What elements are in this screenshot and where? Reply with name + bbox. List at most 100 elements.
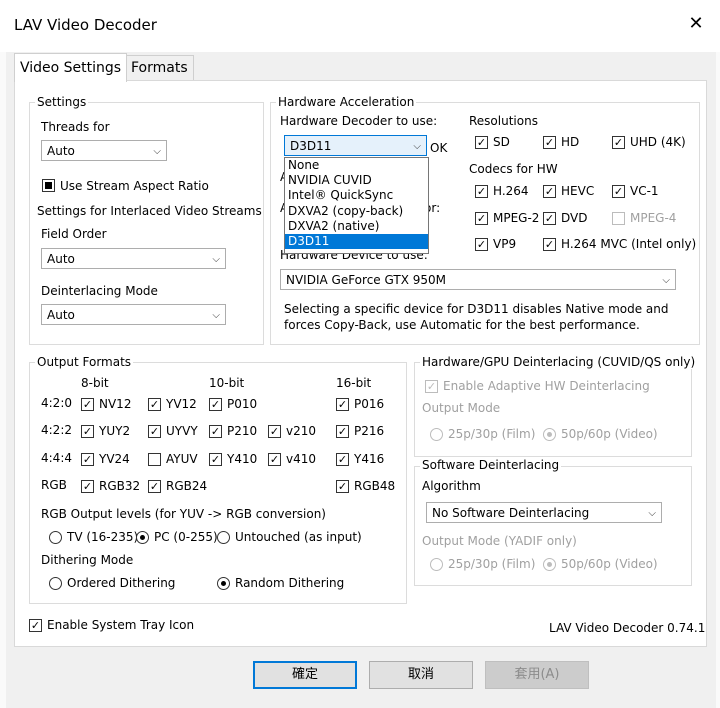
close-icon[interactable]: ✕	[686, 14, 706, 34]
fmt-v210-checkbox[interactable]: ✓	[268, 425, 281, 438]
field-order-value: Auto	[47, 252, 75, 266]
codec-dvd-checkbox[interactable]: ✓	[543, 212, 556, 225]
codec-h264mvc-checkbox[interactable]: ✓	[543, 238, 556, 251]
level-pc-label: PC (0-255)	[154, 530, 218, 544]
deint-mode-value: Auto	[47, 308, 75, 322]
codec-h264-checkbox[interactable]: ✓	[475, 185, 488, 198]
fmt-nv12-checkbox[interactable]: ✓	[81, 398, 94, 411]
fmt-uyvy-checkbox[interactable]: ✓	[148, 425, 161, 438]
col-10bit-label: 10-bit	[209, 376, 245, 390]
sw-algorithm-value: No Software Deinterlacing	[432, 506, 590, 520]
dither-ordered-label: Ordered Dithering	[67, 576, 176, 590]
hw-mode-film-label: 25p/30p (Film)	[448, 427, 536, 441]
fmt-p216-checkbox[interactable]: ✓	[336, 425, 349, 438]
right-edge	[716, 52, 720, 708]
fmt-p016-label: P016	[354, 397, 385, 411]
field-order-label: Field Order	[41, 227, 107, 241]
hw-device-select[interactable]: NVIDIA GeForce GTX 950M ⌵	[280, 269, 676, 290]
fmt-yv24-checkbox[interactable]: ✓	[81, 453, 94, 466]
deint-mode-select[interactable]: Auto ⌵	[41, 304, 226, 325]
sw-mode-video-label: 50p/60p (Video)	[561, 557, 658, 571]
fmt-p010-label: P010	[227, 397, 258, 411]
row-420-label: 4:2:0	[41, 396, 72, 410]
fmt-p010-checkbox[interactable]: ✓	[209, 398, 222, 411]
fmt-rgb32-checkbox[interactable]: ✓	[81, 480, 94, 493]
fmt-p210-checkbox[interactable]: ✓	[209, 425, 222, 438]
codec-h264-label: H.264	[493, 184, 529, 198]
codec-hevc-label: HEVC	[561, 184, 595, 198]
codecs-title: Codecs for HW	[469, 162, 558, 176]
fmt-y410-label: Y410	[227, 452, 258, 466]
codec-vc1-checkbox[interactable]: ✓	[612, 185, 625, 198]
fmt-rgb48-label: RGB48	[354, 479, 396, 493]
fmt-p016-checkbox[interactable]: ✓	[336, 398, 349, 411]
threads-select[interactable]: Auto ⌵	[41, 140, 167, 161]
hw-decoder-label: Hardware Decoder to use:	[280, 114, 438, 128]
fmt-y416-checkbox[interactable]: ✓	[336, 453, 349, 466]
level-pc-radio[interactable]	[136, 531, 149, 544]
tray-icon-label: Enable System Tray Icon	[47, 618, 195, 632]
codec-hevc-checkbox[interactable]: ✓	[543, 185, 556, 198]
codec-mpeg4-label: MPEG-4	[630, 211, 677, 225]
codec-mpeg2-label: MPEG-2	[493, 211, 540, 225]
codec-mpeg2-checkbox[interactable]: ✓	[475, 212, 488, 225]
row-422-label: 4:2:2	[41, 423, 72, 437]
fmt-ayuv-checkbox[interactable]	[148, 453, 161, 466]
hw-output-mode-label: Output Mode	[422, 401, 501, 415]
col-16bit-label: 16-bit	[336, 376, 372, 390]
dropdown-option-quicksync[interactable]: Intel® QuickSync	[285, 188, 428, 203]
res-hd-checkbox[interactable]: ✓	[543, 136, 556, 149]
dropdown-option-dxva2-native[interactable]: DXVA2 (native)	[285, 219, 428, 234]
fmt-rgb32-label: RGB32	[99, 479, 141, 493]
dropdown-option-d3d11[interactable]: D3D11	[285, 233, 428, 250]
res-sd-checkbox[interactable]: ✓	[475, 136, 488, 149]
hw-mode-film-radio	[430, 428, 443, 441]
tab-video-settings[interactable]: Video Settings	[14, 53, 128, 82]
fmt-yuy2-checkbox[interactable]: ✓	[81, 425, 94, 438]
dropdown-option-cuvid[interactable]: NVIDIA CUVID	[285, 173, 428, 188]
res-uhd-checkbox[interactable]: ✓	[612, 136, 625, 149]
dither-title: Dithering Mode	[41, 553, 134, 567]
level-untouched-radio[interactable]	[217, 531, 230, 544]
rgb-levels-title: RGB Output levels (for YUV -> RGB conver…	[41, 507, 326, 521]
fmt-nv12-label: NV12	[99, 397, 132, 411]
dropdown-option-none[interactable]: None	[285, 158, 428, 173]
fmt-y416-label: Y416	[354, 452, 385, 466]
hw-status: OK	[430, 141, 448, 155]
codec-vp9-checkbox[interactable]: ✓	[475, 238, 488, 251]
title-bar: LAV Video Decoder ✕	[0, 0, 720, 52]
chevron-down-icon: ⌵	[413, 141, 421, 152]
dither-ordered-radio[interactable]	[49, 577, 62, 590]
chevron-down-icon: ⌵	[153, 146, 161, 157]
dither-random-label: Random Dithering	[235, 576, 345, 590]
fmt-y410-checkbox[interactable]: ✓	[209, 453, 222, 466]
dither-random-radio[interactable]	[217, 577, 230, 590]
sw-deint-title: Software Deinterlacing	[420, 458, 562, 472]
fmt-p210-label: P210	[227, 424, 258, 438]
row-444-label: 4:4:4	[41, 451, 72, 465]
sw-output-mode-label: Output Mode (YADIF only)	[422, 534, 577, 548]
row-rgb-label: RGB	[41, 478, 67, 492]
fmt-yv12-checkbox[interactable]: ✓	[148, 398, 161, 411]
codec-vp9-label: VP9	[493, 237, 517, 251]
sw-algorithm-label: Algorithm	[422, 479, 481, 493]
level-tv-radio[interactable]	[49, 531, 62, 544]
field-order-select[interactable]: Auto ⌵	[41, 248, 226, 269]
output-formats-title: Output Formats	[35, 355, 134, 369]
fmt-rgb48-checkbox[interactable]: ✓	[336, 480, 349, 493]
fmt-v410-checkbox[interactable]: ✓	[268, 453, 281, 466]
apply-button[interactable]: 套用(A)	[485, 661, 589, 689]
ok-button[interactable]: 確定	[253, 661, 357, 689]
hw-decoder-select[interactable]: D3D11 ⌵	[284, 135, 427, 156]
tab-formats[interactable]: Formats	[125, 55, 194, 80]
sw-algorithm-select[interactable]: No Software Deinterlacing ⌵	[426, 502, 662, 523]
cancel-button[interactable]: 取消	[369, 661, 473, 689]
hw-adaptive-checkbox: ✓	[425, 380, 438, 393]
tray-icon-checkbox[interactable]: ✓	[29, 619, 42, 632]
chevron-down-icon: ⌵	[662, 275, 670, 286]
res-sd-label: SD	[493, 135, 510, 149]
dropdown-option-dxva2-copyback[interactable]: DXVA2 (copy-back)	[285, 204, 428, 219]
stream-aspect-checkbox[interactable]	[42, 179, 55, 192]
hw-decoder-dropdown-list: None NVIDIA CUVID Intel® QuickSync DXVA2…	[284, 157, 429, 254]
fmt-rgb24-checkbox[interactable]: ✓	[148, 480, 161, 493]
